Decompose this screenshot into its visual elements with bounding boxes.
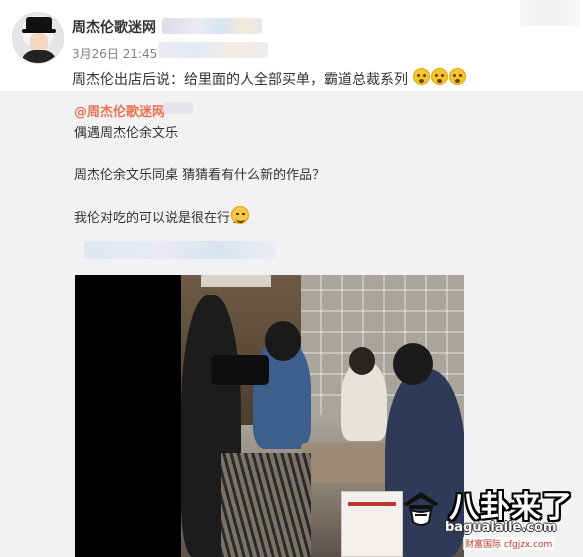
shocked-face-icon	[449, 68, 466, 85]
site-watermark: 八卦来了 bagualaile.com 财富国际 cfgjzx.com	[393, 480, 578, 550]
avatar-body-shape	[21, 50, 57, 63]
chopsticks-shape	[221, 453, 311, 557]
camera-shape	[211, 355, 269, 385]
emoji-row	[413, 68, 466, 85]
blurred-username-badge	[162, 18, 262, 34]
weibo-post: 周杰伦歌迷网 3月26日 21:45 周杰伦出店后说：给里面的人全部买单，霸道总…	[0, 0, 583, 557]
blurred-menu-area	[520, 0, 580, 26]
person-head-shape	[265, 321, 301, 361]
post-timestamp[interactable]: 3月26日 21:45	[72, 45, 157, 62]
ceiling-light-shape	[201, 275, 271, 287]
watermark-footer: 财富国际 cfgjzx.com	[463, 537, 555, 550]
person-head-shape	[349, 347, 375, 375]
shocked-face-icon	[413, 68, 430, 85]
repost-line-1: 偶遇周杰伦余文乐	[74, 126, 179, 141]
blurred-source-text	[158, 42, 268, 58]
repost-username[interactable]: @周杰伦歌迷网	[74, 101, 165, 120]
detective-hat-icon	[403, 492, 439, 526]
shocked-face-icon	[431, 68, 448, 85]
post-text: 周杰伦出店后说：给里面的人全部买单，霸道总裁系列	[72, 72, 408, 88]
smile-icon	[231, 206, 249, 224]
watermark-url: bagualaile.com	[445, 520, 557, 535]
person-head-shape	[393, 343, 433, 385]
blurred-repost-meta	[84, 241, 276, 259]
repost-line-2: 周杰伦余文乐同桌 猜猜看有什么新的作品？	[74, 168, 326, 183]
avatar-face-shape	[30, 33, 48, 51]
blurred-repost-badge	[163, 102, 193, 114]
repost-line-3: 我伦对吃的可以说是很在行了	[74, 211, 244, 226]
avatar[interactable]	[12, 12, 64, 64]
post-username[interactable]: 周杰伦歌迷网	[72, 17, 156, 37]
